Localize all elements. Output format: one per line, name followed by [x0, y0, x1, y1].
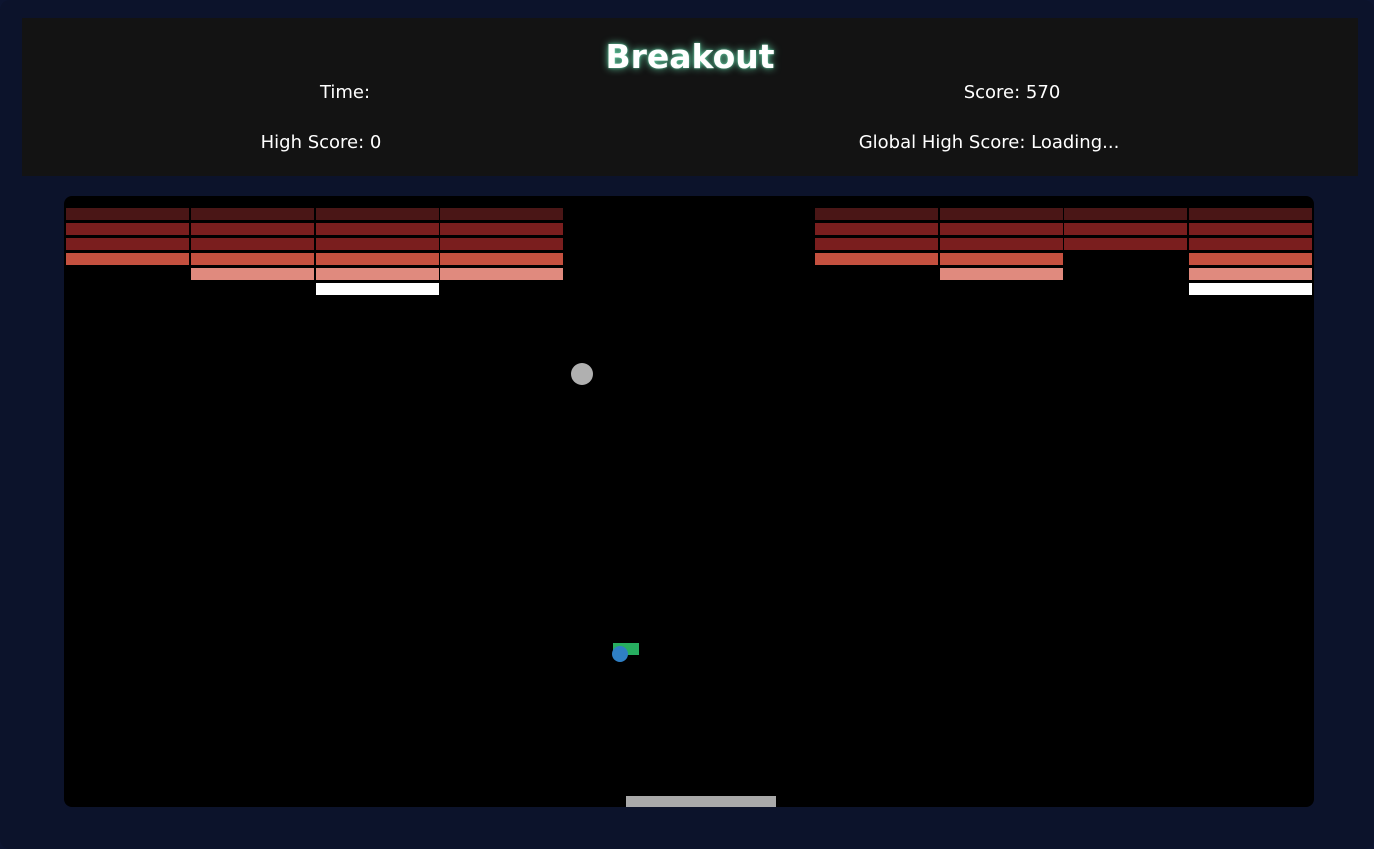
brick-r3-c10	[1189, 238, 1313, 250]
brick-r5-c3	[315, 268, 439, 280]
brick-r5-c4	[440, 268, 564, 280]
brick-r2-c4	[440, 223, 564, 235]
brick-r3-c9	[1064, 238, 1188, 250]
game-frame: Breakout Time: Score: 570 High Score: 0 …	[0, 0, 1374, 849]
brick-r1-c8	[939, 208, 1063, 220]
brick-r3-c1	[66, 238, 189, 250]
brick-r3-c3	[315, 238, 439, 250]
brick-r2-c8	[939, 223, 1063, 235]
brick-r4-c8	[939, 253, 1063, 265]
brick-r4-c3	[315, 253, 439, 265]
brick-r4-c7	[814, 253, 938, 265]
brick-r3-c7	[814, 238, 938, 250]
brick-r3-c8	[939, 238, 1063, 250]
brick-r4-c4	[440, 253, 564, 265]
brick-r1-c9	[1064, 208, 1188, 220]
score-display: Score: 570	[963, 82, 1061, 103]
brick-r2-c3	[315, 223, 439, 235]
brick-r2-c9	[1064, 223, 1188, 235]
brick-r4-c1	[66, 253, 189, 265]
brick-r6-c10	[1189, 283, 1313, 295]
time-display: Time:	[319, 82, 371, 103]
brick-r3-c2	[190, 238, 314, 250]
powerup-orb	[612, 646, 628, 662]
game-canvas[interactable]	[64, 196, 1314, 807]
brick-r1-c3	[315, 208, 439, 220]
paddle[interactable]	[626, 796, 776, 807]
brick-r5-c10	[1189, 268, 1313, 280]
brick-r1-c7	[814, 208, 938, 220]
ball	[571, 363, 593, 385]
brick-r5-c2	[190, 268, 314, 280]
brick-r1-c1	[66, 208, 189, 220]
brick-r1-c10	[1189, 208, 1313, 220]
global-high-score-display: Global High Score: Loading...	[858, 132, 1120, 153]
brick-r6-c3	[315, 283, 439, 295]
brick-r4-c10	[1189, 253, 1313, 265]
brick-r4-c2	[190, 253, 314, 265]
brick-r2-c10	[1189, 223, 1313, 235]
brick-r1-c4	[440, 208, 564, 220]
brick-r2-c1	[66, 223, 189, 235]
scoreboard-header: Breakout Time: Score: 570 High Score: 0 …	[22, 18, 1358, 176]
game-title: Breakout	[605, 37, 775, 76]
brick-r1-c2	[190, 208, 314, 220]
brick-r5-c8	[939, 268, 1063, 280]
brick-r3-c4	[440, 238, 564, 250]
brick-r2-c7	[814, 223, 938, 235]
brick-r2-c2	[190, 223, 314, 235]
high-score-display: High Score: 0	[260, 132, 382, 153]
